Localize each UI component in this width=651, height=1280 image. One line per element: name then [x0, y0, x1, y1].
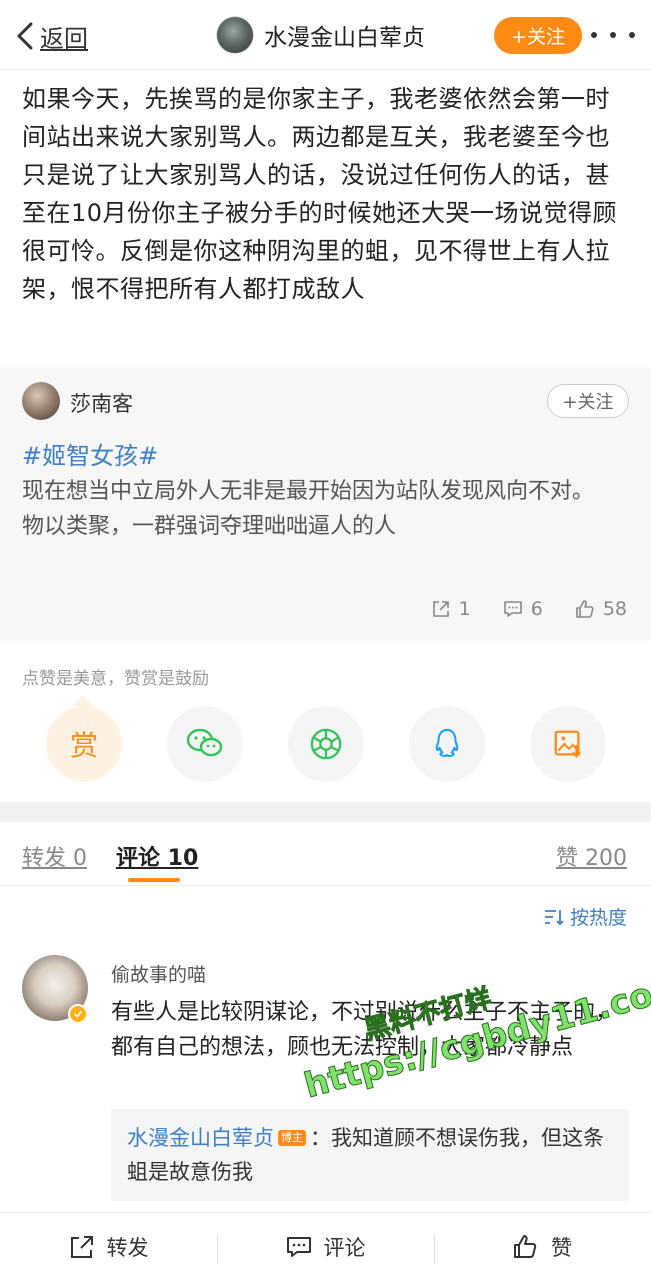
- interaction-tabs: 转发 0 评论 10 赞 200: [0, 822, 651, 886]
- like-button[interactable]: 赞: [434, 1232, 651, 1264]
- reply-author[interactable]: 水漫金山白荤贞: [127, 1126, 274, 1150]
- repost-line: 现在想当中立局外人无非是最开始因为站队发现风向不对。: [22, 479, 595, 504]
- share-row: 赏: [0, 706, 651, 786]
- header-user[interactable]: 水漫金山白荤贞: [216, 14, 425, 56]
- author-reply[interactable]: 水漫金山白荤贞 博主 ：我知道顾不想误伤我，但这条蛆是故意伤我: [111, 1109, 629, 1201]
- reward-icon: 赏: [69, 729, 98, 762]
- repost-comment-stat[interactable]: 6: [503, 598, 543, 620]
- avatar[interactable]: [22, 382, 60, 420]
- thumbs-up-icon: [514, 1234, 537, 1258]
- more-options-icon[interactable]: [591, 22, 635, 48]
- repost-follow-button[interactable]: +关注: [547, 384, 629, 418]
- tab-reposts[interactable]: 转发 0: [22, 840, 87, 872]
- share-icon: [70, 1235, 93, 1258]
- share-moments-button[interactable]: [288, 706, 364, 782]
- comment-label: 评论: [323, 1235, 366, 1260]
- sort-label: 按热度: [570, 907, 628, 929]
- repost-share-stat[interactable]: 1: [431, 598, 471, 620]
- comment-button[interactable]: 评论: [217, 1232, 434, 1264]
- comment-body: 有些人是比较阴谋论，不过别说什么主子不主子的，都有自己的想法，顾也无法控制，大家…: [111, 1000, 618, 1060]
- back-label: 返回: [40, 24, 88, 53]
- share-wechat-button[interactable]: [167, 706, 243, 782]
- chevron-left-icon: [17, 22, 33, 50]
- share-qq-button[interactable]: [409, 706, 485, 782]
- post-body: 如果今天，先挨骂的是你家主子，我老婆依然会第一时间站出来说大家别骂人。两边都是互…: [22, 85, 618, 303]
- top-nav-bar: 返回 水漫金山白荤贞 +关注: [0, 0, 651, 70]
- thumbs-up-icon: [576, 600, 594, 618]
- repost-body: 现在想当中立局外人无非是最开始因为站队发现风向不对。 物以类聚，一群强词夺理咄咄…: [22, 474, 632, 544]
- comment-icon: [286, 1236, 311, 1257]
- section-divider: [0, 802, 651, 822]
- comment-author[interactable]: 偷故事的喵: [111, 960, 206, 987]
- tab-comments[interactable]: 评论 10: [116, 840, 198, 872]
- moments-icon: [310, 728, 342, 760]
- bottom-action-bar: 转发 评论 赞: [0, 1212, 651, 1280]
- sort-icon: [545, 909, 564, 925]
- save-image-button[interactable]: [530, 706, 606, 782]
- verified-badge-icon: [68, 1004, 88, 1024]
- repost-label: 转发: [106, 1235, 149, 1260]
- reward-button[interactable]: 赏: [46, 706, 122, 782]
- back-button[interactable]: 返回: [14, 16, 88, 56]
- sort-by-hot-button[interactable]: 按热度: [544, 903, 627, 930]
- tab-likes[interactable]: 赞 200: [556, 840, 627, 872]
- repost-author[interactable]: 莎南客: [70, 388, 133, 418]
- hashtag-link[interactable]: #姬智女孩#: [22, 436, 158, 471]
- header-username[interactable]: 水漫金山白荤贞: [264, 18, 425, 52]
- save-image-icon: [554, 730, 582, 758]
- share-count: 1: [458, 598, 471, 620]
- avatar[interactable]: [216, 16, 254, 54]
- wechat-icon: [186, 728, 223, 757]
- repost-line: 物以类聚，一群强词夺理咄咄逼人的人: [22, 514, 397, 539]
- repost-button[interactable]: 转发: [0, 1232, 217, 1262]
- qq-icon: [435, 728, 459, 757]
- comment-icon: [503, 601, 522, 617]
- repost-stats: 1 6 58: [399, 598, 627, 620]
- active-tab-indicator: [128, 878, 180, 882]
- repost-like-stat[interactable]: 58: [575, 598, 627, 620]
- like-label: 赞: [551, 1235, 572, 1260]
- blogger-badge: 博主: [278, 1130, 306, 1146]
- reward-pointer: [72, 695, 94, 706]
- share-icon: [432, 601, 449, 617]
- like-count: 58: [602, 598, 627, 620]
- reposted-weibo-card[interactable]: 莎南客 +关注 #姬智女孩# 现在想当中立局外人无非是最开始因为站队发现风向不对…: [0, 366, 651, 642]
- follow-button[interactable]: +关注: [494, 17, 582, 54]
- comment-count: 6: [530, 598, 543, 620]
- reward-hint: 点赞是美意，赞赏是鼓励: [22, 669, 209, 689]
